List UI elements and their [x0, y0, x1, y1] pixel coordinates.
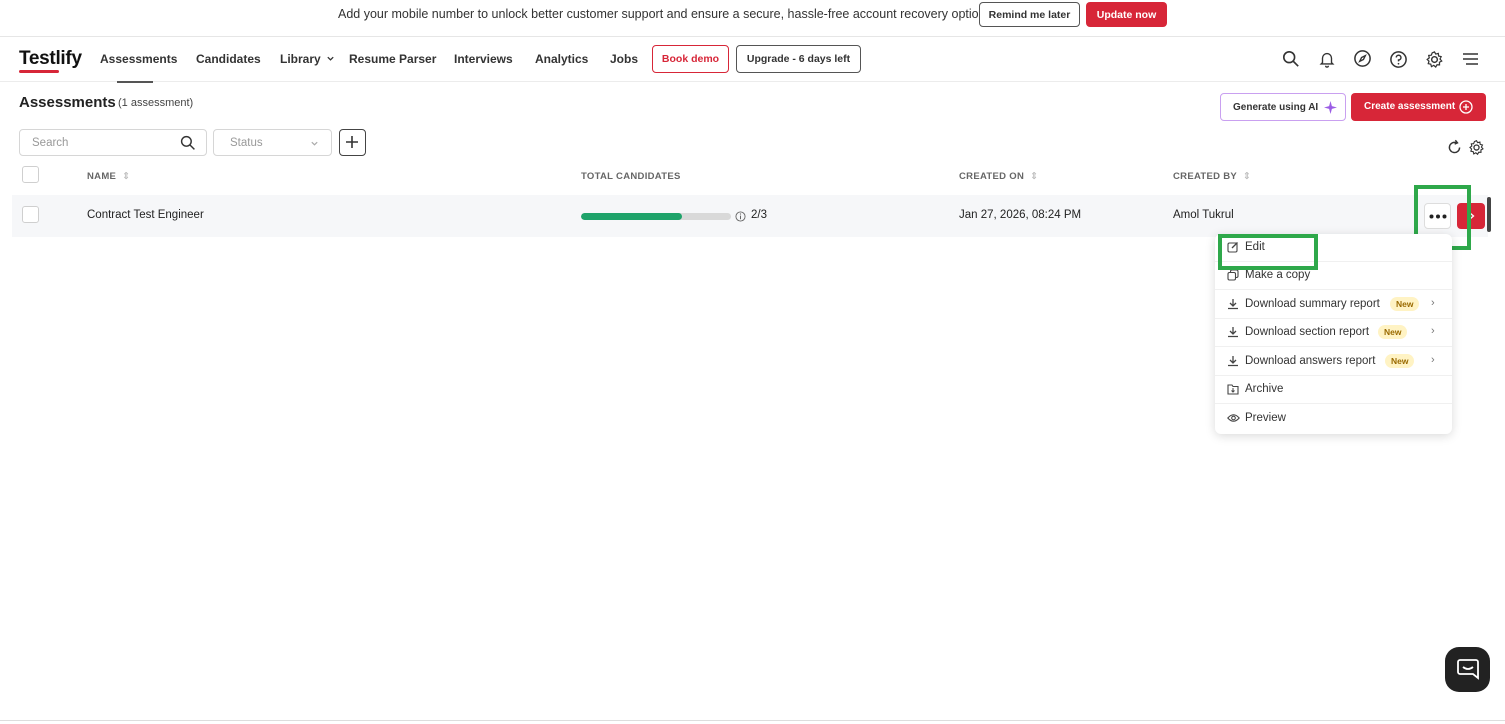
assessment-name[interactable]: Contract Test Engineer [87, 209, 204, 221]
download-icon [1228, 356, 1238, 367]
create-assessment-button[interactable]: Create assessment [1351, 93, 1486, 121]
nav-item-candidates[interactable]: Candidates [196, 52, 261, 66]
search-placeholder: Search [32, 137, 69, 149]
compass-icon[interactable] [1353, 49, 1372, 68]
menu-item-archive[interactable]: Archive [1215, 376, 1452, 404]
menu-item-label: Archive [1245, 383, 1284, 395]
created-on-value: Jan 27, 2026, 08:24 PM [959, 209, 1082, 221]
column-header-name-label: NAME [87, 171, 117, 182]
menu-item-label: Download summary report [1245, 298, 1380, 310]
column-header-created-on[interactable]: CREATED ON ⇕ [959, 171, 1038, 182]
candidates-count: 2/3 [751, 209, 767, 221]
chat-widget-button[interactable] [1445, 647, 1490, 692]
status-select[interactable]: Status [213, 129, 332, 156]
menu-item-preview[interactable]: Preview [1215, 405, 1452, 433]
update-now-button[interactable]: Update now [1086, 2, 1167, 27]
sort-icon: ⇕ [1242, 171, 1252, 182]
progress-fill [581, 213, 682, 220]
nav-item-library-label: Library [280, 52, 321, 66]
logo[interactable]: Testlify [19, 48, 82, 70]
active-nav-indicator [117, 81, 153, 83]
nav-item-assessments[interactable]: Assessments [100, 52, 177, 66]
nav-item-resume-parser[interactable]: Resume Parser [349, 52, 436, 66]
created-by-value: Amol Tukrul [1173, 209, 1234, 221]
highlight-box-edit [1218, 234, 1318, 270]
new-badge: New [1390, 297, 1420, 311]
generate-using-ai-button[interactable]: Generate using AI [1220, 93, 1346, 121]
menu-item-label: Download section report [1245, 326, 1370, 338]
status-placeholder: Status [230, 137, 263, 149]
nav-item-interviews[interactable]: Interviews [454, 52, 513, 66]
banner-message: Add your mobile number to unlock better … [338, 7, 990, 21]
download-icon [1228, 299, 1238, 310]
help-icon[interactable] [1389, 50, 1408, 69]
column-header-name[interactable]: NAME ⇕ [87, 171, 130, 182]
sort-icon: ⇕ [122, 171, 131, 182]
book-demo-button[interactable]: Book demo [652, 45, 729, 73]
copy-icon [1227, 269, 1239, 281]
scrollbar-thumb[interactable] [1487, 197, 1491, 232]
nav-item-library[interactable]: Library [280, 52, 335, 66]
search-input[interactable]: Search [19, 129, 207, 156]
menu-item-download-answers-report[interactable]: Download answers report New › [1215, 348, 1452, 376]
search-icon [180, 135, 195, 150]
add-filter-button[interactable] [339, 129, 366, 156]
create-assessment-label: Create assessment [1364, 101, 1456, 112]
info-icon[interactable] [735, 211, 746, 222]
logo-underline [19, 70, 59, 73]
menu-icon[interactable] [1462, 52, 1479, 66]
row-checkbox[interactable] [22, 206, 39, 223]
nav-item-analytics[interactable]: Analytics [535, 52, 588, 66]
select-all-checkbox[interactable] [22, 166, 39, 183]
new-badge: New [1378, 325, 1408, 339]
menu-item-label: Preview [1245, 412, 1286, 424]
download-icon [1228, 327, 1238, 338]
bottom-divider [0, 720, 1505, 721]
chevron-down-icon [311, 141, 318, 146]
eye-icon [1227, 414, 1240, 422]
column-header-created-by-label: CREATED BY [1173, 171, 1237, 182]
upgrade-button[interactable]: Upgrade - 6 days left [736, 45, 861, 73]
search-icon[interactable] [1282, 50, 1300, 68]
refresh-icon[interactable] [1446, 139, 1463, 156]
column-settings-icon[interactable] [1468, 139, 1485, 156]
bell-icon[interactable] [1318, 50, 1336, 68]
remind-later-button[interactable]: Remind me later [979, 2, 1080, 27]
column-header-created-on-label: CREATED ON [959, 171, 1025, 182]
menu-item-download-summary-report[interactable]: Download summary report New › [1215, 291, 1452, 319]
new-badge: New [1385, 354, 1415, 368]
generate-ai-label: Generate using AI [1233, 102, 1319, 113]
plus-circle-icon [1459, 100, 1473, 114]
column-header-created-by[interactable]: CREATED BY ⇕ [1173, 171, 1251, 182]
column-header-total-candidates: TOTAL CANDIDATES [581, 171, 681, 182]
assessment-count: (1 assessment) [118, 97, 194, 109]
sort-icon: ⇕ [1030, 171, 1039, 182]
chevron-right-icon: › [1431, 297, 1435, 309]
chevron-down-icon [327, 56, 334, 61]
menu-item-download-section-report[interactable]: Download section report New › [1215, 319, 1452, 347]
chevron-right-icon: › [1431, 325, 1435, 337]
menu-item-label: Make a copy [1245, 269, 1311, 281]
sparkle-icon [1324, 101, 1337, 114]
chat-icon [1457, 659, 1479, 680]
chevron-right-icon: › [1431, 354, 1435, 366]
plus-icon [346, 136, 358, 148]
top-navbar: Testlify Assessments Candidates Library … [0, 36, 1505, 83]
candidates-progress-bar [581, 213, 731, 220]
top-banner: Add your mobile number to unlock better … [0, 0, 1505, 30]
archive-icon [1227, 384, 1239, 395]
table-row[interactable] [12, 195, 1488, 237]
nav-item-jobs[interactable]: Jobs [610, 52, 638, 66]
menu-item-label: Download answers report [1245, 355, 1376, 367]
gear-icon[interactable] [1425, 50, 1444, 69]
page-title: Assessments [19, 94, 116, 111]
